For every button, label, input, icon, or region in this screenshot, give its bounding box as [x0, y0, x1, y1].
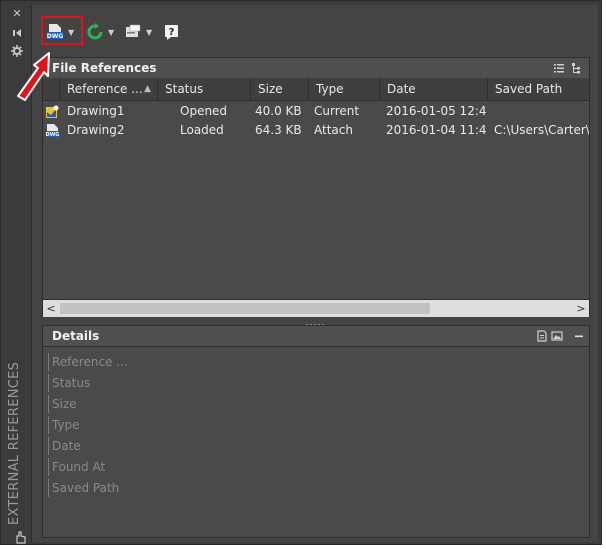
- change-path-icon: [126, 24, 141, 37]
- refresh-button[interactable]: ▼: [86, 21, 114, 43]
- column-header-date[interactable]: Date: [380, 78, 488, 100]
- palette-title: EXTERNAL REFERENCES: [7, 361, 22, 525]
- help-button[interactable]: ?: [164, 21, 180, 43]
- details-title: Details: [52, 329, 100, 343]
- reference-type: Current: [314, 104, 360, 118]
- horizontal-scrollbar[interactable]: < >: [43, 299, 589, 317]
- panel-splitter[interactable]: [42, 317, 590, 326]
- details-header: Details: [43, 326, 589, 347]
- file-references-title: File References: [52, 61, 157, 75]
- table-row[interactable]: DWG Drawing2 Loaded 64.3 KB Attach 2016-…: [43, 121, 589, 140]
- reference-status: Loaded: [180, 123, 224, 137]
- reference-size: 40.0 KB: [255, 104, 302, 118]
- callout-arrow-icon: [17, 52, 50, 101]
- highlight-box: [41, 16, 83, 45]
- reference-path: [494, 102, 589, 121]
- column-header-row: Reference ... ▲ Status Size Type Date Sa…: [43, 78, 589, 101]
- scroll-left-icon[interactable]: <: [44, 301, 58, 316]
- tree-view-icon[interactable]: [571, 62, 583, 74]
- table-row[interactable]: Drawing1 Opened 40.0 KB Current 2016-01-…: [43, 102, 589, 121]
- reference-date: 2016-01-04 11:4...: [386, 123, 486, 137]
- column-header-reference-label: Reference ...: [67, 82, 143, 96]
- scroll-right-icon[interactable]: >: [574, 301, 588, 316]
- reference-type: Attach: [314, 123, 353, 137]
- scrollbar-thumb[interactable]: [60, 303, 430, 314]
- detail-field-reference: Reference ...: [48, 353, 128, 371]
- detail-field-size: Size: [48, 395, 77, 413]
- detail-field-found-at: Found At: [48, 458, 105, 476]
- close-icon[interactable]: ✕: [11, 8, 23, 20]
- details-view-icon[interactable]: [536, 330, 548, 342]
- column-header-saved-path[interactable]: Saved Path: [488, 78, 589, 100]
- toolbar: DWG ▼ ▼ ▼ ?: [32, 5, 598, 55]
- refresh-dropdown-arrow[interactable]: ▼: [108, 28, 114, 37]
- detail-field-type: Type: [48, 416, 80, 434]
- help-icon: ?: [165, 25, 178, 40]
- reference-size: 64.3 KB: [255, 123, 302, 137]
- details-panel: Details Reference ... Status Size Type D…: [42, 325, 590, 538]
- reference-name: Drawing2: [67, 123, 125, 137]
- column-header-reference[interactable]: Reference ... ▲: [60, 78, 158, 100]
- palette-grip-icon[interactable]: [13, 530, 27, 544]
- external-references-palette: ✕ EXTERNAL REFERENCES DWG ▼ ▼ ▼ ? File R…: [0, 0, 602, 545]
- change-path-dropdown-arrow[interactable]: ▼: [146, 28, 152, 37]
- file-references-panel: File References Reference ... ▲ Status S…: [42, 57, 590, 317]
- list-view-icon[interactable]: [553, 62, 565, 74]
- current-drawing-icon: [45, 102, 61, 121]
- reference-status: Opened: [180, 104, 228, 118]
- dwg-badge: DWG: [46, 132, 60, 138]
- auto-hide-icon[interactable]: [11, 27, 23, 39]
- preview-icon[interactable]: [551, 330, 563, 342]
- column-header-type[interactable]: Type: [309, 78, 380, 100]
- column-header-size[interactable]: Size: [251, 78, 309, 100]
- reference-name: Drawing1: [67, 104, 125, 118]
- change-path-button[interactable]: ▼: [124, 21, 152, 43]
- refresh-icon: [87, 23, 103, 40]
- file-references-header: File References: [43, 58, 589, 79]
- svg-text:?: ?: [169, 27, 175, 38]
- column-header-status[interactable]: Status: [158, 78, 251, 100]
- dwg-file-icon: DWG: [45, 121, 61, 140]
- reference-path: C:\Users\Carter\D: [494, 123, 589, 137]
- reference-date: 2016-01-05 12:4...: [386, 104, 486, 118]
- sort-ascending-icon: ▲: [144, 84, 151, 94]
- detail-field-date: Date: [48, 437, 81, 455]
- palette-content: DWG ▼ ▼ ▼ ? File References Reference ..…: [31, 5, 598, 542]
- detail-field-saved-path: Saved Path: [48, 479, 119, 497]
- collapse-icon[interactable]: [573, 330, 585, 342]
- detail-field-status: Status: [48, 374, 90, 392]
